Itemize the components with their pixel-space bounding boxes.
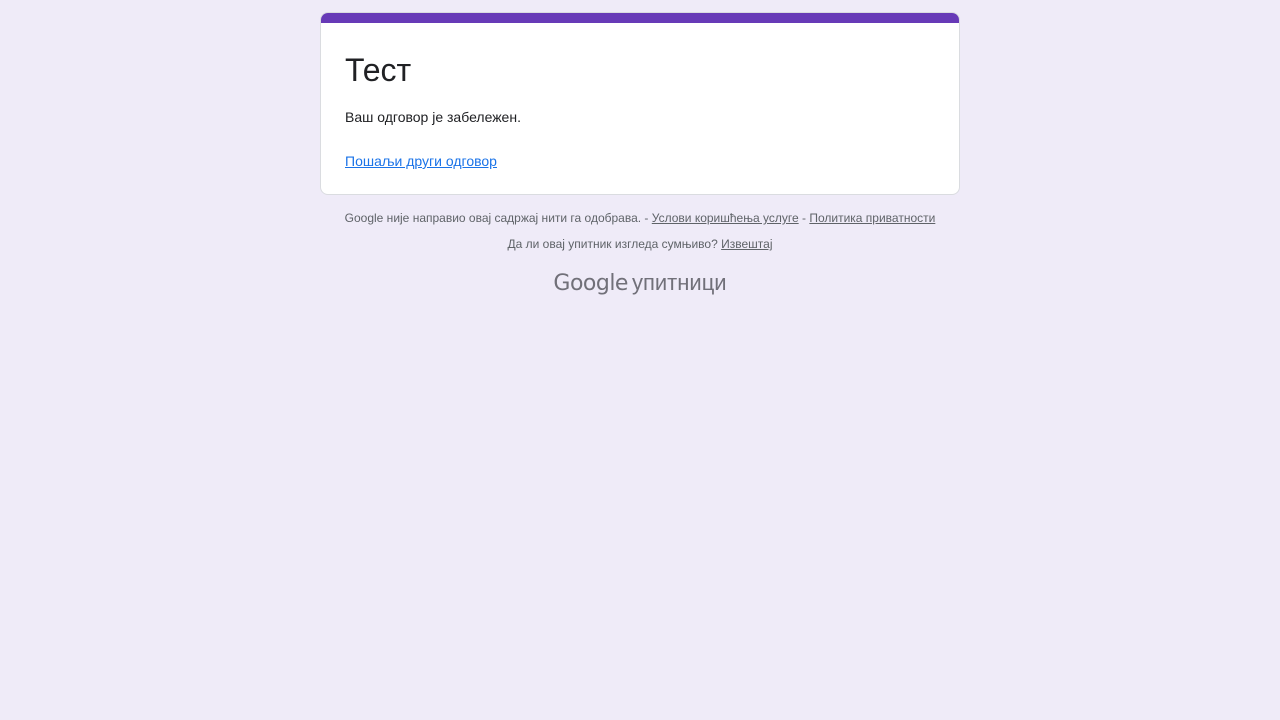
- footer-separator: -: [802, 211, 806, 225]
- submit-another-response-link[interactable]: Пошаљи други одговор: [345, 151, 497, 171]
- footer-report-line: Да ли овај упитник изгледа сумњиво? Изве…: [320, 236, 960, 252]
- footer-disclaimer-line: Google није направио овај садржај нити г…: [320, 210, 960, 226]
- confirmation-card: Тест Ваш одговор је забележен. Пошаљи др…: [320, 12, 960, 195]
- privacy-policy-link[interactable]: Политика приватности: [809, 211, 935, 225]
- footer-disclaimer: Google није направио овај садржај нити г…: [344, 211, 649, 225]
- abuse-question: Да ли овај упитник изгледа сумњиво?: [507, 237, 718, 251]
- terms-of-service-link[interactable]: Услови коришћења услуге: [652, 211, 799, 225]
- confirmation-message: Ваш одговор је забележен.: [345, 109, 521, 125]
- forms-product-name: упитници: [631, 270, 727, 295]
- google-forms-logo[interactable]: Google упитници: [320, 270, 960, 296]
- form-title: Тест: [345, 52, 412, 88]
- page: Тест Ваш одговор је забележен. Пошаљи др…: [0, 0, 1280, 720]
- report-abuse-link[interactable]: Извештај: [721, 237, 772, 251]
- google-wordmark: Google: [553, 271, 628, 296]
- card-accent-bar: [321, 13, 959, 23]
